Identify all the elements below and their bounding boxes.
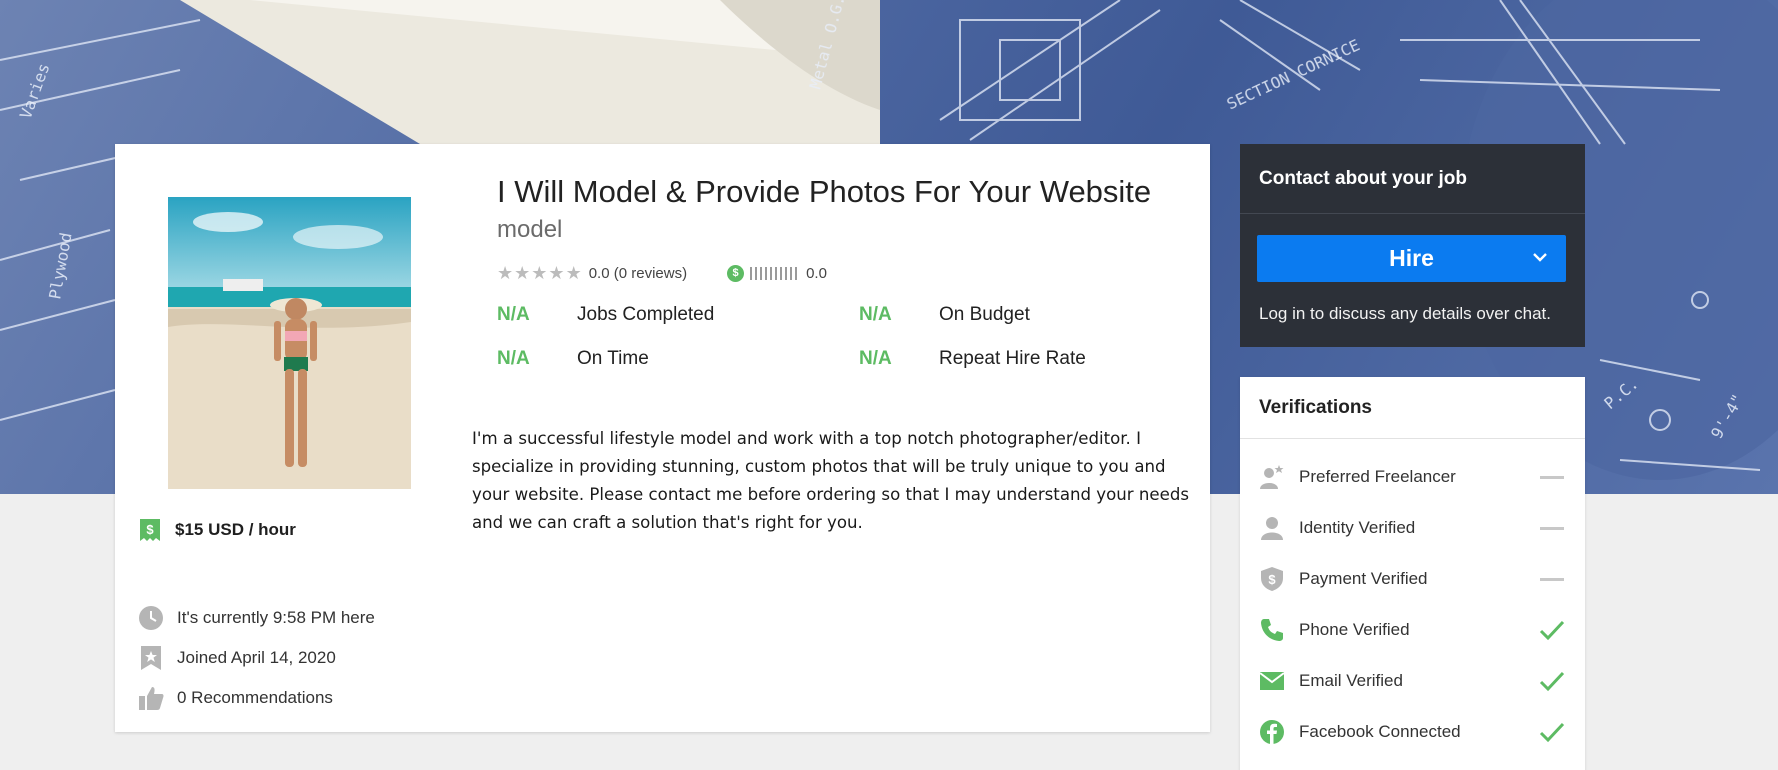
- svg-text:$: $: [146, 522, 154, 537]
- hire-button[interactable]: Hire: [1257, 235, 1566, 282]
- verification-email: Email Verified: [1240, 655, 1585, 706]
- dash-icon: [1540, 578, 1564, 581]
- checkmark-icon: [1539, 620, 1565, 641]
- stat-value-on-time: N/A: [497, 348, 530, 369]
- contact-note: Log in to discuss any details over chat.: [1259, 304, 1551, 323]
- facebook-icon: [1259, 719, 1285, 745]
- chevron-down-icon[interactable]: [1530, 247, 1550, 267]
- avatar[interactable]: [168, 197, 411, 489]
- profile-description: I'm a successful lifestyle model and wor…: [472, 429, 1190, 532]
- hourly-rate-text: $15 USD / hour: [175, 520, 296, 539]
- rating-text[interactable]: 0.0 (0 reviews): [589, 265, 687, 282]
- phone-icon: [1259, 617, 1285, 643]
- badge-icon: [137, 644, 165, 672]
- verification-label: Phone Verified: [1299, 619, 1410, 639]
- verifications-panel: Verifications Preferred Freelancer Ident…: [1240, 377, 1585, 770]
- stat-value-on-budget: N/A: [859, 304, 892, 325]
- stats-grid: N/A Jobs Completed N/A On Budget N/A On …: [497, 304, 1137, 370]
- contact-panel: Contact about your job Hire Log in to di…: [1240, 144, 1585, 347]
- rate-tag-icon: $: [140, 519, 160, 541]
- dash-icon: [1540, 527, 1564, 530]
- verifications-list: Preferred Freelancer Identity Verified $…: [1240, 439, 1585, 757]
- checkmark-icon: [1539, 671, 1565, 692]
- profile-title: I Will Model & Provide Photos For Your W…: [497, 174, 1152, 209]
- verification-label: Facebook Connected: [1299, 721, 1461, 741]
- stat-label-on-budget: On Budget: [939, 304, 1030, 325]
- svg-text:SECTION CORNICE: SECTION CORNICE: [1224, 35, 1363, 113]
- verification-label: Email Verified: [1299, 670, 1403, 690]
- earnings-score: $ 0.0: [727, 264, 827, 282]
- stat-label-on-time: On Time: [577, 348, 649, 369]
- hire-button-label: Hire: [1389, 245, 1434, 271]
- stat-value-jobs-completed: N/A: [497, 304, 530, 325]
- profile-photo: [168, 197, 411, 489]
- star-icon: ★: [548, 263, 565, 283]
- dollar-icon: $: [727, 264, 745, 282]
- thumbs-up-icon: [137, 684, 165, 712]
- verification-phone: Phone Verified: [1240, 604, 1585, 655]
- stat-label-jobs-completed: Jobs Completed: [577, 304, 715, 325]
- recommendations: 0 Recommendations: [137, 678, 375, 718]
- svg-text:Varies: Varies: [16, 61, 54, 122]
- star-icon: ★: [514, 263, 531, 283]
- verifications-heading: Verifications: [1240, 377, 1585, 439]
- contact-heading: Contact about your job: [1240, 144, 1585, 214]
- verification-preferred-freelancer: Preferred Freelancer: [1240, 451, 1585, 502]
- shield-dollar-icon: $: [1259, 566, 1285, 592]
- svg-text:Plywood: Plywood: [45, 231, 75, 301]
- local-time: It's currently 9:58 PM here: [137, 598, 375, 638]
- recommendations-text: 0 Recommendations: [177, 688, 333, 707]
- profile-card: $ $15 USD / hour It's currently 9:58 PM …: [115, 144, 1210, 732]
- profile-meta: It's currently 9:58 PM here Joined April…: [137, 598, 375, 718]
- identity-icon: [1259, 515, 1285, 541]
- verification-payment: $ Payment Verified: [1240, 553, 1585, 604]
- profile-tagline: model: [497, 216, 563, 243]
- email-icon: [1259, 668, 1285, 694]
- preferred-freelancer-icon: [1259, 464, 1285, 490]
- svg-text:$: $: [1268, 572, 1276, 587]
- star-icon: ★: [497, 263, 514, 283]
- verification-identity: Identity Verified: [1240, 502, 1585, 553]
- stat-value-repeat-hire-rate: N/A: [859, 348, 892, 369]
- star-icon: ★: [531, 263, 548, 283]
- verification-label: Identity Verified: [1299, 517, 1416, 537]
- earnings-bars: [750, 266, 800, 280]
- dash-icon: [1540, 476, 1564, 479]
- rating-row: ★ ★ ★ ★ ★ 0.0 (0 reviews) $ 0.0: [497, 264, 827, 282]
- stat-label-repeat-hire-rate: Repeat Hire Rate: [939, 348, 1086, 369]
- earnings-text: 0.0: [806, 264, 827, 282]
- joined-date: Joined April 14, 2020: [137, 638, 375, 678]
- hourly-rate: $ $15 USD / hour: [139, 518, 296, 542]
- verification-label: Payment Verified: [1299, 568, 1428, 588]
- local-time-text: It's currently 9:58 PM here: [177, 608, 375, 627]
- verification-label: Preferred Freelancer: [1299, 466, 1456, 486]
- joined-date-text: Joined April 14, 2020: [177, 648, 336, 667]
- star-icon: ★: [565, 263, 582, 283]
- star-rating: ★ ★ ★ ★ ★: [497, 264, 583, 282]
- checkmark-icon: [1539, 722, 1565, 743]
- verification-facebook: Facebook Connected: [1240, 706, 1585, 757]
- clock-icon: [137, 604, 165, 632]
